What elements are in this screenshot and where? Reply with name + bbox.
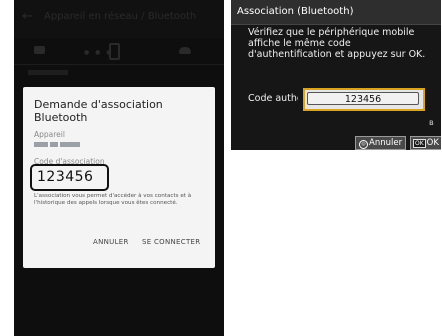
pairing-code-highlight: 123456 [30, 164, 109, 191]
pairing-request-dialog: Demande d'association Bluetooth Appareil… [23, 87, 215, 268]
pairing-description: L'association vous permet d'accéder à vo… [34, 193, 192, 206]
dialog-title: Demande d'association Bluetooth [34, 98, 163, 124]
camera-code-field: 123456 [303, 88, 425, 111]
phone-icon-row: ● ● ● [14, 38, 224, 64]
phone-screen: ← Appareil en réseau / Bluetooth ● ● ● D… [14, 0, 224, 336]
divider [14, 64, 224, 65]
device-label: Appareil [34, 130, 65, 139]
camera-cancel-button[interactable]: ◎ Annuler [355, 136, 407, 150]
camera-code-label: Code authentification [248, 93, 298, 104]
list-item [28, 70, 68, 75]
phone-app-title: Appareil en réseau / Bluetooth [44, 11, 197, 22]
camera-ok-label: OK [426, 138, 439, 148]
camera-footer: ◎ Annuler OK OK [231, 135, 441, 150]
phone-app-bar: ← Appareil en réseau / Bluetooth [14, 0, 224, 38]
connect-button[interactable]: SE CONNECTER [142, 238, 200, 246]
camera-screen: Association (Bluetooth) Vérifiez que le … [231, 0, 441, 150]
pairing-code-value: 123456 [37, 169, 94, 185]
camera-cancel-label: Annuler [369, 138, 403, 148]
bluetooth-icon: ʙ [429, 118, 434, 127]
camera-icon [34, 46, 45, 54]
smartphone-icon [109, 43, 120, 60]
camera-header-title: Association (Bluetooth) [237, 6, 354, 17]
camera-ok-button[interactable]: OK OK [410, 136, 441, 150]
back-arrow-icon[interactable]: ← [22, 10, 36, 24]
device-name-redacted [34, 142, 80, 147]
dial-icon: ◎ [359, 140, 368, 149]
camera-code-value: 123456 [344, 94, 382, 105]
cancel-button[interactable]: ANNULER [93, 238, 129, 246]
camera-header: Association (Bluetooth) [231, 0, 441, 25]
camera-code-box: 123456 [307, 92, 419, 105]
ok-key-icon: OK [413, 139, 426, 148]
cloud-icon [179, 47, 191, 54]
camera-instruction-text: Vérifiez que le périphérique mobile affi… [248, 27, 426, 60]
